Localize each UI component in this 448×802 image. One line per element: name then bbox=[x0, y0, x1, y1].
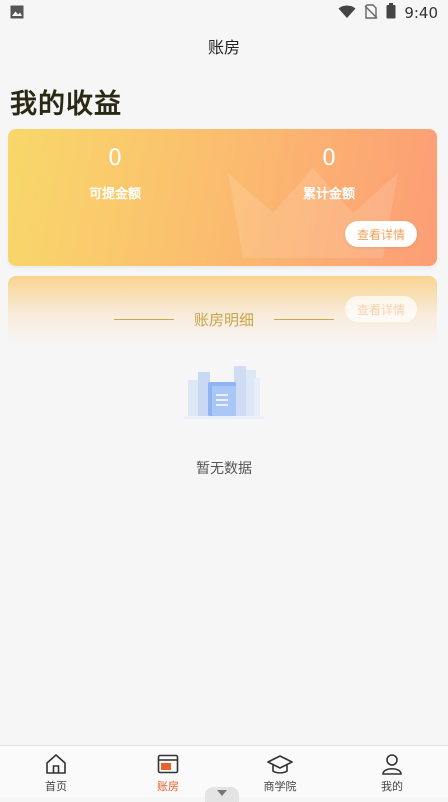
withdrawable-stat: 0 可提金额 bbox=[45, 145, 185, 202]
tab-academy-label: 商学院 bbox=[263, 780, 297, 793]
withdrawable-value: 0 bbox=[108, 146, 122, 171]
view-details-button[interactable]: 查看详情 bbox=[345, 221, 417, 247]
total-value: 0 bbox=[322, 146, 336, 171]
ledger-title: 账房明细 bbox=[193, 310, 254, 329]
earnings-card: 0 可提金额 0 累计金额 查看详情 bbox=[8, 129, 437, 266]
chevron-down-icon bbox=[217, 790, 227, 796]
total-label: 累计金额 bbox=[302, 187, 355, 202]
tab-home[interactable]: 首页 bbox=[0, 746, 112, 797]
nav-handle[interactable] bbox=[205, 787, 239, 802]
empty-state-text: 暂无数据 bbox=[196, 461, 252, 477]
total-stat: 0 累计金额 bbox=[259, 145, 399, 202]
tab-profile[interactable]: 我的 bbox=[336, 746, 448, 797]
withdrawable-label: 可提金额 bbox=[88, 187, 141, 202]
home-icon bbox=[46, 754, 66, 774]
ledger-icon bbox=[157, 754, 179, 774]
no-sim-icon bbox=[364, 3, 378, 23]
page-title: 账房 bbox=[207, 38, 240, 57]
section-title: 我的收益 bbox=[10, 89, 122, 120]
nav-bar: 账房 bbox=[0, 26, 448, 66]
empty-state-illustration bbox=[184, 362, 264, 428]
tab-academy[interactable]: 商学院 bbox=[224, 746, 336, 797]
tab-ledger-label: 账房 bbox=[157, 780, 179, 793]
divider-line-left bbox=[113, 318, 174, 320]
tab-profile-label: 我的 bbox=[381, 780, 403, 793]
battery-icon bbox=[386, 3, 396, 23]
status-time: 9:40 bbox=[404, 4, 438, 22]
wifi-icon bbox=[338, 4, 356, 23]
graduation-cap-icon bbox=[267, 755, 293, 774]
divider-line-right bbox=[274, 318, 334, 320]
profile-icon bbox=[382, 754, 402, 775]
gallery-icon bbox=[10, 4, 24, 23]
ledger-header: 账房明细 bbox=[0, 308, 448, 330]
status-bar: 9:40 bbox=[0, 0, 448, 26]
tab-home-label: 首页 bbox=[45, 780, 67, 793]
